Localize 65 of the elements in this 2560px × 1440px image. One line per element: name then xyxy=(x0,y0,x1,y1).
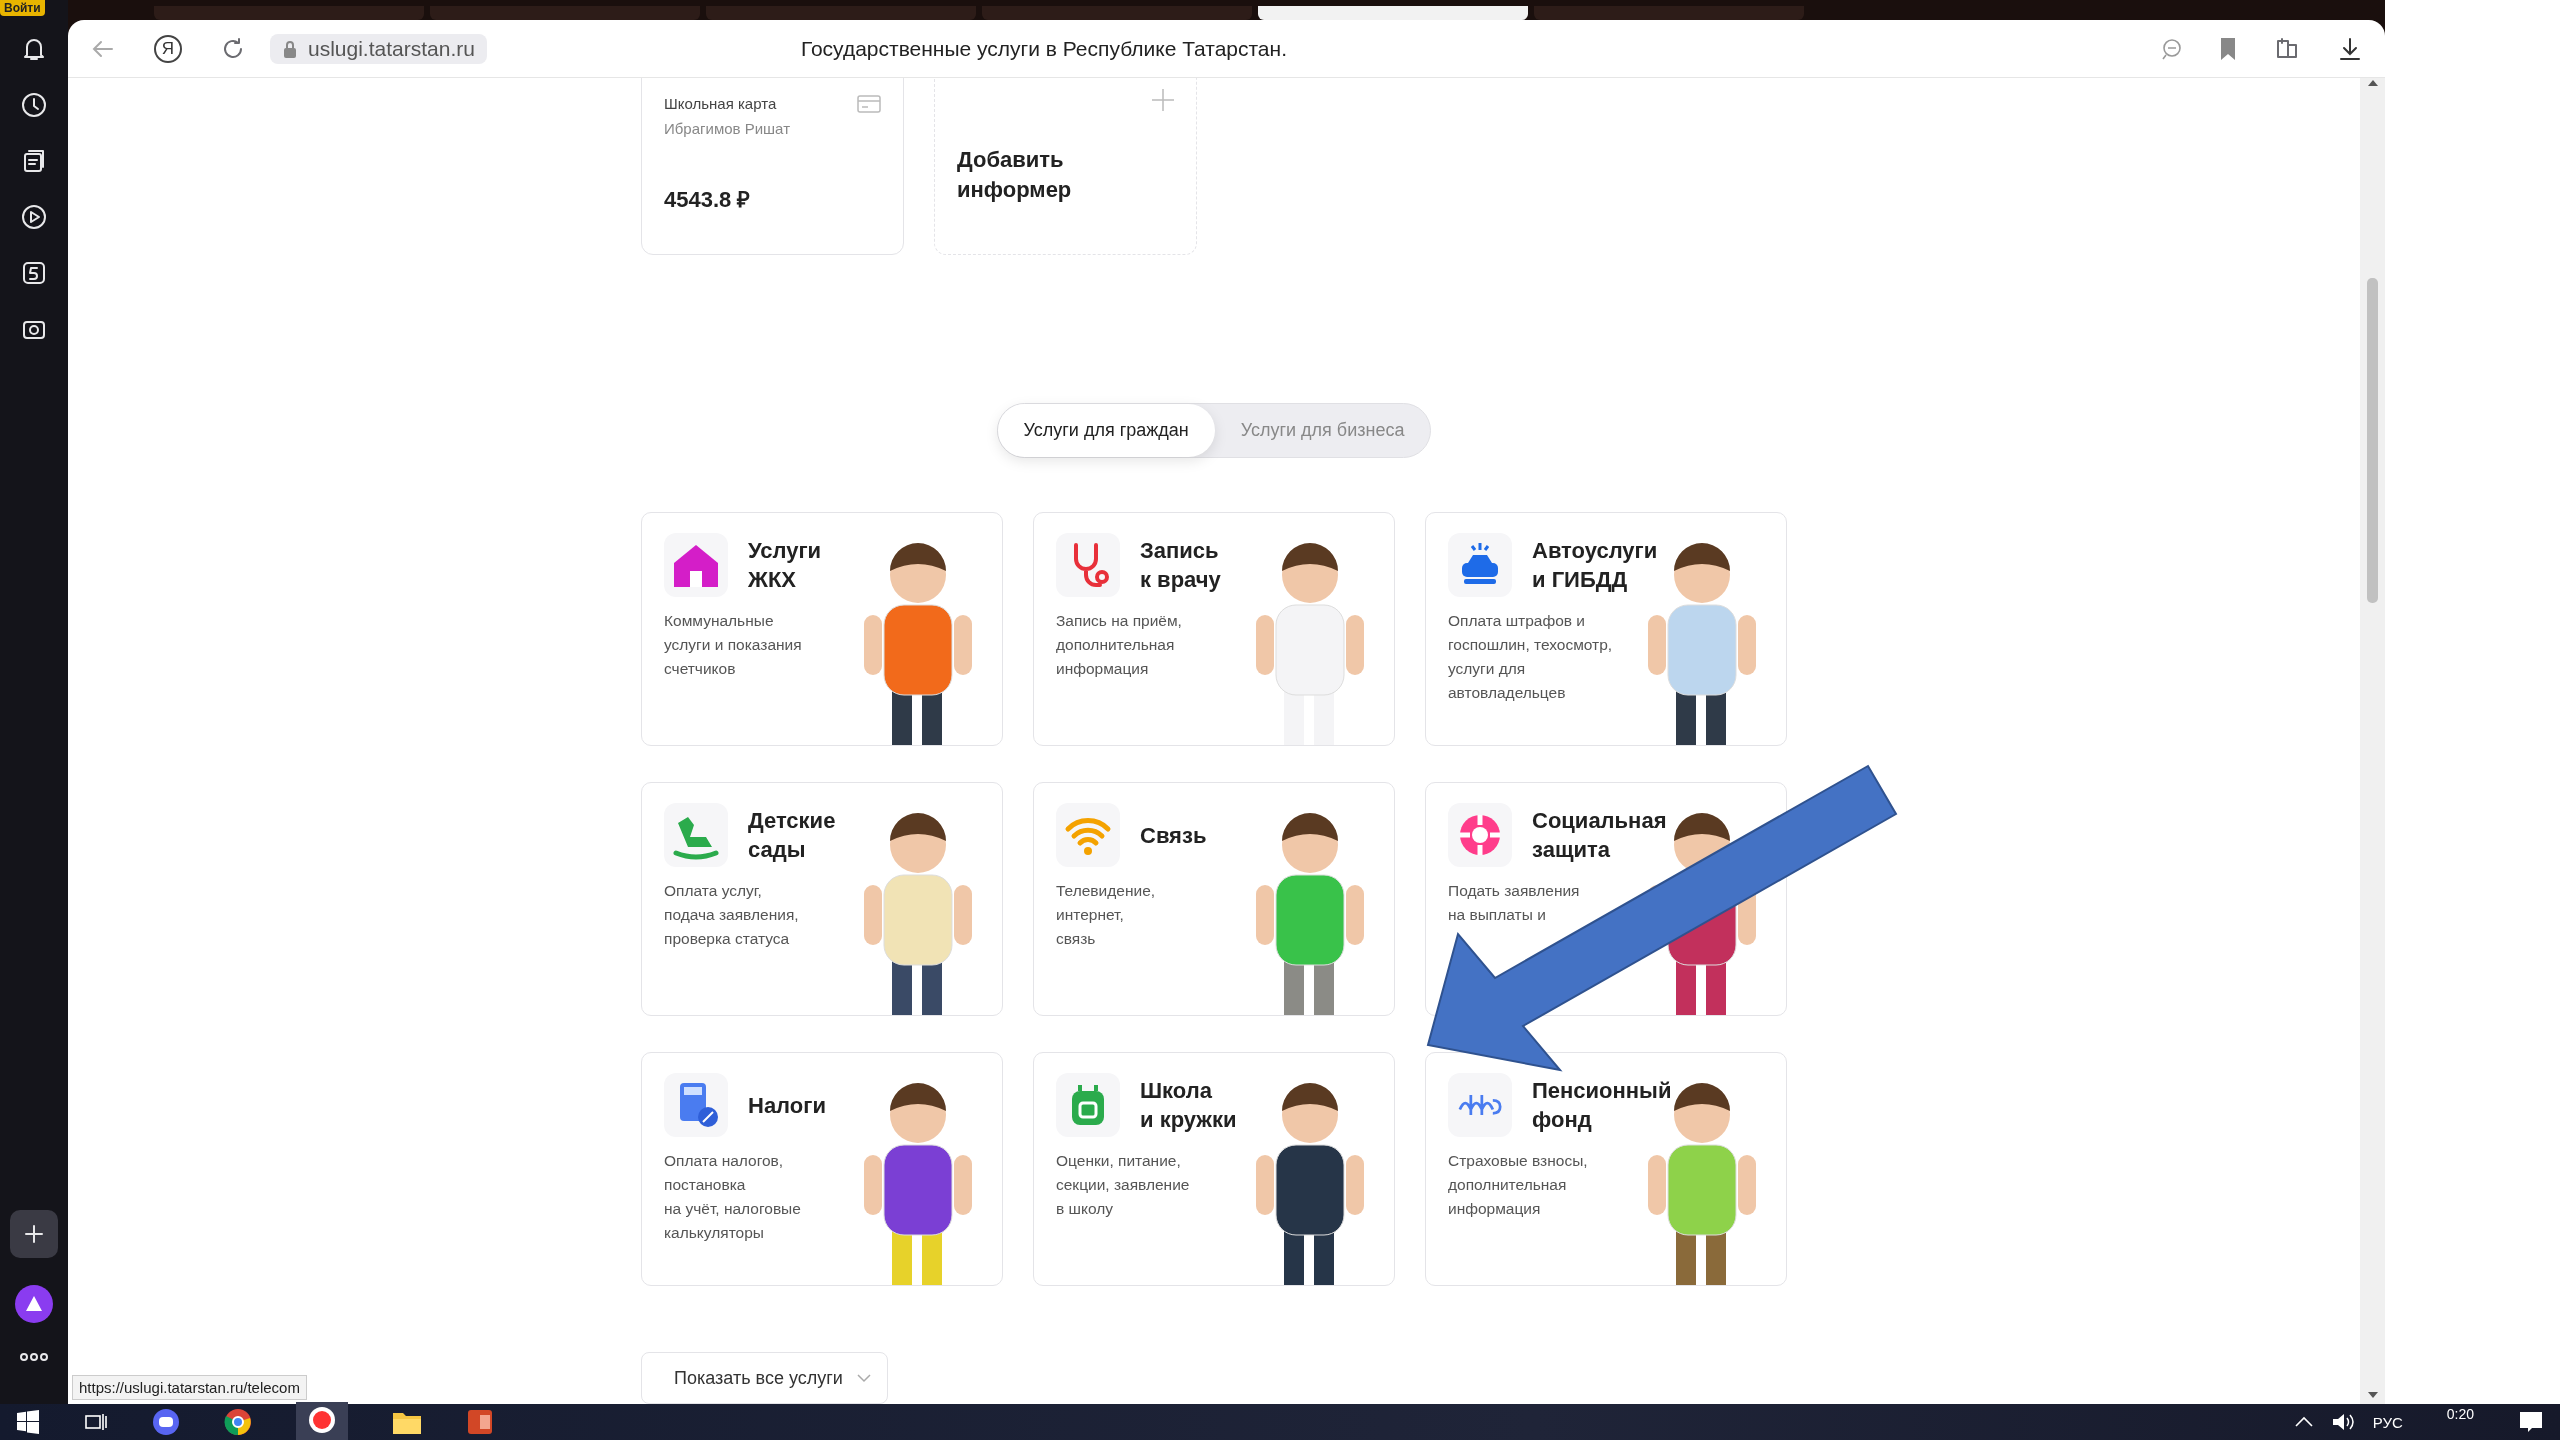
card-title: Автоуслуги и ГИБДД xyxy=(1532,537,1658,594)
card-description: Запись на приём, дополнительная информация xyxy=(1056,611,1183,679)
card-title: Социальная защита xyxy=(1532,807,1667,864)
card-title: Школа и кружки xyxy=(1140,1077,1237,1134)
start-icon[interactable] xyxy=(16,1410,40,1434)
service-card[interactable]: Запись к врачу Запись на приём, дополнительная информация xyxy=(1033,512,1395,746)
speaker-icon[interactable] xyxy=(2330,1411,2355,1433)
service-card[interactable]: Пенсионный фонд Страховые взносы, дополнительная информация xyxy=(1425,1052,1787,1286)
status-url: https://uslugi.tatarstan.ru/telecom xyxy=(72,1375,307,1400)
plus-icon xyxy=(23,1223,45,1245)
card-description: Телевидение, интернет, связь xyxy=(1056,881,1157,949)
service-card[interactable]: Налоги Оплата налогов, постановка на учёт, налоговые калькуляторы xyxy=(641,1052,1003,1286)
chevron-up-icon[interactable] xyxy=(2294,1416,2313,1428)
history-icon[interactable] xyxy=(19,90,49,120)
card-title: Услуги ЖКХ xyxy=(748,537,822,594)
card-title: Связь xyxy=(1140,821,1207,850)
clock[interactable]: 0:20 xyxy=(2446,1406,2474,1422)
card-description: Коммунальные услуги и показания счетчиков xyxy=(664,611,803,679)
chevron-down-icon xyxy=(856,1373,871,1383)
card-description: Оплата налогов, постановка на учёт, налоговые калькуляторы xyxy=(664,1151,802,1243)
card-description: Оплата штрафов и госпошлин, техосмотр, услуги для автовладельцев xyxy=(1448,611,1614,703)
zoom-out-icon[interactable] xyxy=(2161,37,2183,60)
more-icon[interactable] xyxy=(19,1350,49,1364)
yandex-button[interactable]: Я xyxy=(154,34,182,63)
card-description: Оплата услуг, подача заявления, проверка статуса xyxy=(664,881,800,949)
informer-owner: Ибрагимов Ришат xyxy=(664,120,791,137)
service-card[interactable]: Услуги ЖКХ Коммунальные услуги и показания счетчиков xyxy=(641,512,1003,746)
address-field[interactable]: uslugi.tatarstan.ru xyxy=(270,33,487,64)
card-title: Пенсионный фонд xyxy=(1532,1077,1672,1134)
card-title: Запись к врачу xyxy=(1140,537,1221,594)
card-description: Страховые взносы, дополнительная информация xyxy=(1448,1151,1589,1219)
presentation-app-icon[interactable] xyxy=(466,1408,494,1436)
chat-app-icon[interactable] xyxy=(152,1408,180,1436)
add-informer-card[interactable]: Добавить информер xyxy=(934,78,1197,255)
download-icon[interactable] xyxy=(2337,35,2363,62)
card-description: Оценки, питание, секции, заявление в школу xyxy=(1056,1151,1191,1219)
browser-icon[interactable] xyxy=(224,1408,252,1436)
informer-card[interactable]: Школьная карта Ибрагимов Ришат 4543.8 ₽ xyxy=(641,78,904,255)
service-tab[interactable]: Услуги для граждан xyxy=(997,404,1215,457)
login-button[interactable]: Войти xyxy=(0,0,45,16)
service-card[interactable]: Школа и кружки Оценки, питание, секции, заявление в школу xyxy=(1033,1052,1395,1286)
informer-balance: 4543.8 ₽ xyxy=(664,186,752,213)
add-panel-button[interactable] xyxy=(10,1210,58,1258)
browser-icon[interactable] xyxy=(308,1406,336,1434)
service-card[interactable]: Автоуслуги и ГИБДД Оплата штрафов и госпошлин, техосмотр, услуги для автовладельцев xyxy=(1425,512,1787,746)
play-icon[interactable] xyxy=(19,202,49,232)
card-description: Подать заявления на выплаты и xyxy=(1448,881,1581,925)
notifications-icon[interactable] xyxy=(2518,1410,2544,1434)
card-title: Налоги xyxy=(748,1091,826,1120)
lock-icon xyxy=(282,38,298,59)
language-indicator[interactable]: РУС xyxy=(2372,1413,2403,1431)
service-card[interactable]: Детские сады Оплата услуг, подача заявления, проверка статуса xyxy=(641,782,1003,1016)
informer-title: Школьная карта xyxy=(664,95,777,112)
show-all-button[interactable]: Показать все услуги xyxy=(641,1352,888,1404)
card-icon xyxy=(857,95,881,113)
scroll-down-icon[interactable] xyxy=(2366,1390,2379,1400)
plus-icon xyxy=(1152,89,1174,111)
bookmark-icon[interactable] xyxy=(2219,36,2237,61)
scrollbar-thumb[interactable] xyxy=(2367,278,2378,603)
url-text: uslugi.tatarstan.ru xyxy=(308,36,475,61)
page-title: Государственные услуги в Республике Татарстан. xyxy=(799,36,1288,61)
assistant-icon[interactable] xyxy=(14,1284,54,1324)
service-card[interactable]: Связь Телевидение, интернет, связь xyxy=(1033,782,1395,1016)
card-title: Детские сады xyxy=(748,807,836,864)
add-informer-label: Добавить информер xyxy=(957,146,1073,204)
